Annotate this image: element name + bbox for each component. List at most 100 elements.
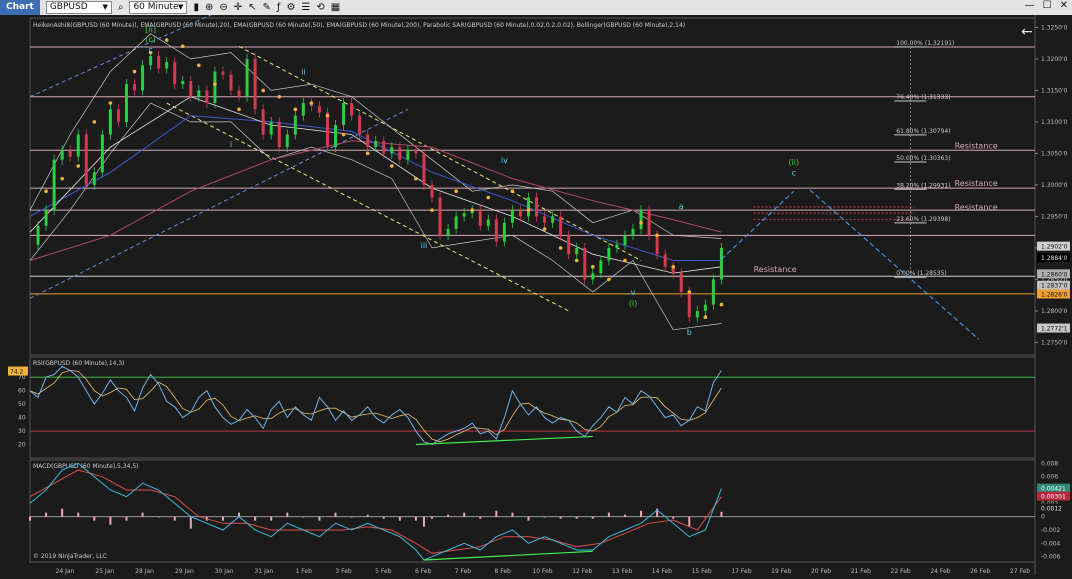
fib-level-label: 23.60% (1.29398)	[896, 216, 950, 223]
time-tick-label: 10 Feb	[532, 568, 552, 575]
macd-histogram-bar	[221, 516, 224, 521]
sar-dot	[454, 189, 458, 194]
time-tick-label: 21 Feb	[851, 568, 871, 575]
rsi-tick-label: 20	[18, 442, 26, 449]
macd-histogram-bar	[366, 514, 369, 517]
time-tick-label: 30 Jan	[215, 568, 234, 575]
price-marker-label: 1.2902'0	[1041, 244, 1068, 251]
macd-histogram-bar	[173, 516, 176, 521]
candle-body	[92, 172, 96, 185]
time-tick-label: 22 Feb	[891, 568, 911, 575]
macd-histogram-bar	[382, 516, 385, 519]
sar-dot	[76, 164, 81, 168]
interval-selector[interactable]: 60 Minute ▼	[129, 1, 188, 14]
price-marker-label: 1.2837'0	[1041, 283, 1068, 290]
candle-body	[623, 235, 627, 245]
time-tick-label: 8 Feb	[495, 568, 512, 575]
wave-label: (ii)	[788, 158, 799, 167]
candle-body	[173, 62, 177, 85]
candle-body	[350, 103, 354, 116]
properties-icon[interactable]: ☰	[301, 1, 310, 14]
wave-label: c	[148, 46, 152, 55]
rsi-tick-label: 40	[18, 415, 26, 422]
sar-dot	[526, 208, 531, 212]
price-tick-label: 1.3050'0	[1041, 150, 1068, 157]
wave-label: v	[631, 288, 636, 297]
candle-body	[84, 134, 88, 185]
macd-histogram-bar	[447, 514, 450, 517]
candle-body	[165, 62, 169, 69]
sar-dot	[180, 44, 185, 49]
candle-body	[647, 210, 651, 236]
sar-dot	[591, 265, 595, 269]
wave-label: (c)	[145, 35, 156, 44]
macd-histogram-bar	[125, 516, 128, 521]
interval-value: 60 Minute	[133, 2, 179, 12]
pointer-icon[interactable]: ↖	[248, 1, 256, 14]
maximize-icon[interactable]: ☐	[1043, 0, 1052, 11]
rsi-tick-label: 30	[18, 428, 26, 435]
crosshair-icon[interactable]: ✛	[234, 1, 242, 14]
candle-body	[221, 71, 225, 75]
chart-area[interactable]: HeikenAshi8(GBPUSD (60 Minute)), EMA(GBP…	[0, 15, 1072, 579]
wave-label: (i)	[629, 299, 637, 308]
macd-tick-label: -0.004	[1041, 540, 1061, 547]
candle-body	[478, 210, 482, 226]
candle-body	[245, 58, 249, 97]
candle-body	[149, 55, 153, 66]
macd-histogram-bar	[607, 512, 610, 517]
zoom-in-icon[interactable]: ⊕	[205, 1, 213, 14]
macd-histogram-bar	[422, 516, 425, 527]
sar-dot	[574, 258, 579, 263]
grid-icon[interactable]: ▦	[331, 1, 340, 14]
candle-body	[695, 310, 699, 318]
macd-tick-label: 0.006	[1041, 474, 1058, 481]
price-tick-label: 1.3100'0	[1041, 119, 1068, 126]
price-panel-title: HeikenAshi8(GBPUSD (60 Minute)), EMA(GBP…	[33, 22, 685, 29]
time-tick-label: 12 Feb	[572, 568, 592, 575]
macd-histogram-bar	[270, 516, 273, 521]
zoom-out-icon[interactable]: ⊖	[219, 1, 227, 14]
time-tick-label: 24 Jan	[56, 568, 75, 575]
sar-dot	[92, 120, 97, 124]
time-tick-label: 25 Jan	[95, 568, 114, 575]
bar-style-icon[interactable]: ▮	[193, 1, 199, 14]
draw-icon[interactable]: ✎	[263, 1, 271, 14]
sar-dot	[470, 208, 475, 212]
candle-body	[494, 219, 498, 242]
sar-dot	[325, 113, 330, 118]
tab-chart[interactable]: Chart	[0, 0, 40, 15]
strategy-icon[interactable]: ⚙	[286, 1, 295, 14]
candle-body	[342, 103, 346, 126]
macd-histogram-bar	[463, 512, 466, 517]
macd-histogram-bar	[591, 516, 594, 519]
sar-dot	[309, 101, 314, 105]
sar-dot	[60, 176, 64, 181]
candle-body	[374, 140, 378, 148]
rsi-tick-label: 60	[18, 388, 26, 395]
instrument-selector[interactable]: GBPUSD ▼	[45, 1, 112, 14]
price-marker-label: 1.2826'0	[1041, 292, 1068, 299]
minimize-icon[interactable]: —	[1025, 0, 1035, 11]
candle-body	[446, 229, 450, 236]
close-icon[interactable]: ✕	[1060, 0, 1068, 11]
sync-icon[interactable]: ⟲	[316, 1, 324, 14]
candle-body	[358, 115, 362, 135]
candle-body	[631, 229, 635, 236]
candle-body	[213, 71, 217, 104]
candle-body	[406, 150, 410, 160]
macd-histogram-bar	[29, 516, 31, 521]
time-tick-label: 19 Feb	[771, 568, 791, 575]
candle-body	[197, 90, 201, 97]
candle-body	[36, 225, 40, 245]
fib-level-label: 61.80% (1.30794)	[896, 128, 950, 135]
macd-histogram-bar	[238, 512, 241, 517]
candle-body	[60, 150, 64, 160]
search-icon[interactable]: ⌕	[118, 1, 124, 14]
candle-body	[719, 247, 723, 280]
macd-histogram-bar	[575, 516, 578, 519]
wave-label: a	[679, 202, 684, 211]
indicator-icon[interactable]: ƒ	[277, 1, 281, 14]
sar-dot	[430, 208, 434, 212]
macd-histogram-bar	[318, 516, 321, 521]
